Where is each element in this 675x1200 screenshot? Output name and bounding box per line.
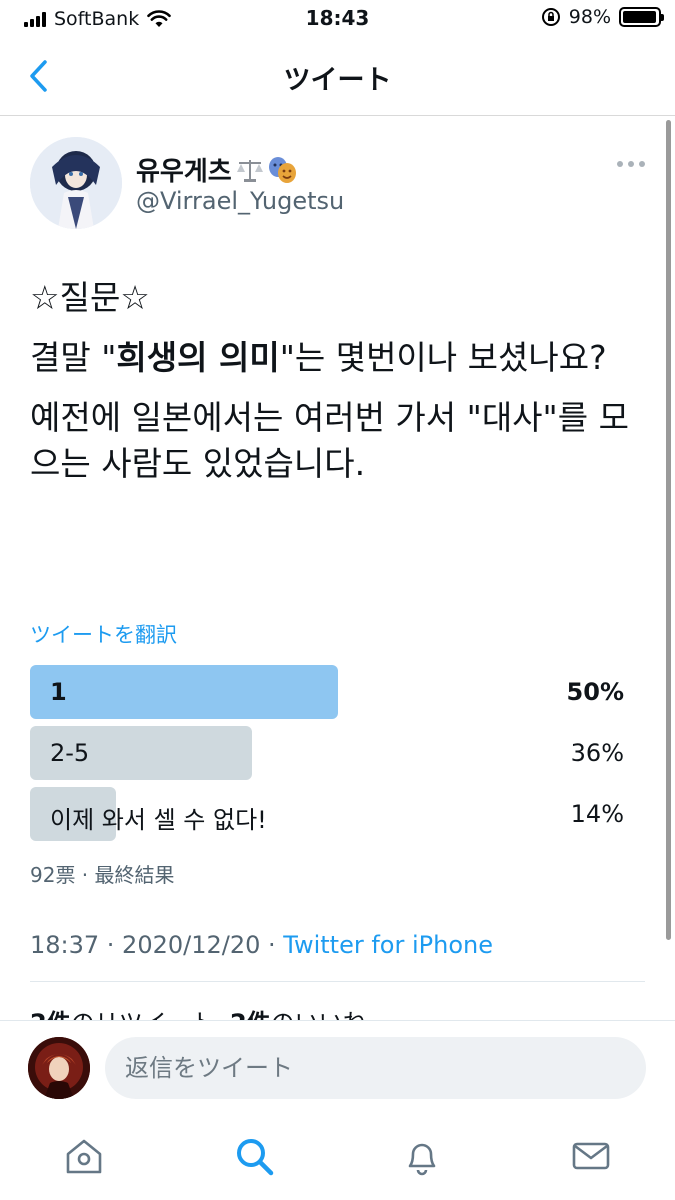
- more-dot-icon: [639, 161, 645, 167]
- search-icon: [237, 1139, 274, 1176]
- poll: 1 50% 2-5 36% 이제 와서 셀 수 없다! 14%: [30, 665, 628, 848]
- poll-option[interactable]: 이제 와서 셀 수 없다! 14%: [30, 787, 628, 841]
- tab-notifications[interactable]: [398, 1132, 446, 1180]
- poll-option[interactable]: 1 50%: [30, 665, 628, 719]
- poll-option-label: 1: [50, 678, 67, 706]
- tweet-line-3: 예전에 일본에서는 여러번 가서 "대사"를 모으는 사람도 있었습니다.: [30, 398, 629, 483]
- avatar-illustration: [30, 137, 122, 229]
- tweet-text: ☆질문☆ 결말 "희생의 의미"는 몇번이나 보셨나요? 예전에 일본에서는 여…: [30, 275, 650, 501]
- orientation-lock-icon: [541, 8, 560, 26]
- user-avatar-illustration: [28, 1037, 90, 1099]
- scales-emoji: [236, 159, 263, 182]
- performing-arts-emoji: [268, 156, 296, 183]
- tweet-line-2-bold: 희생의 의미: [116, 338, 280, 377]
- page-title: ツイート: [283, 65, 392, 96]
- translate-tweet-link[interactable]: ツイートを翻訳: [30, 619, 177, 649]
- battery-group: 98%: [541, 6, 664, 28]
- more-options-button[interactable]: [617, 161, 645, 167]
- tweet-meta: 18:37 · 2020/12/20 · Twitter for iPhone: [30, 931, 493, 959]
- user-avatar[interactable]: [28, 1037, 90, 1099]
- tab-messages[interactable]: [567, 1132, 615, 1180]
- tab-home[interactable]: [60, 1132, 108, 1180]
- author-name-text: 유우게츠: [136, 157, 232, 187]
- poll-summary: 92票 · 最終結果: [30, 863, 175, 887]
- poll-option-label: 이제 와서 셀 수 없다!: [50, 806, 267, 834]
- tweet-line-1: ☆질문☆: [30, 278, 150, 317]
- author-avatar[interactable]: [30, 137, 122, 229]
- battery-icon: [619, 7, 664, 27]
- author-handle[interactable]: @Virrael_Yugetsu: [136, 187, 344, 215]
- author-emojis: [236, 156, 298, 184]
- poll-option[interactable]: 2-5 36%: [30, 726, 628, 780]
- battery-percent: 98%: [568, 6, 611, 28]
- notifications-icon: [408, 1143, 436, 1176]
- tweet-line-2-prefix: 결말 ": [30, 338, 117, 377]
- status-bar: SoftBank 18:43 98%: [0, 0, 675, 36]
- home-icon: [66, 1139, 102, 1174]
- tweet-timestamp: 18:37 · 2020/12/20 ·: [30, 931, 284, 959]
- divider: [30, 981, 645, 982]
- scrollbar[interactable]: [666, 120, 671, 940]
- poll-option-label: 2-5: [50, 739, 90, 767]
- tweet-line-2: 결말 "희생의 의미"는 몇번이나 보셨나요?: [30, 335, 650, 381]
- poll-option-percent: 36%: [570, 739, 624, 767]
- poll-option-percent: 14%: [570, 800, 624, 828]
- poll-option-percent: 50%: [566, 678, 624, 706]
- reply-input[interactable]: 返信をツイート: [105, 1037, 646, 1099]
- messages-icon: [572, 1142, 610, 1170]
- tweet-source-link[interactable]: Twitter for iPhone: [283, 931, 493, 959]
- reply-bar: 返信をツイート: [0, 1020, 675, 1112]
- more-dot-icon: [628, 161, 634, 167]
- author-name[interactable]: 유우게츠: [136, 151, 298, 188]
- tab-search[interactable]: [230, 1132, 278, 1180]
- navigation-bar: ツイート: [0, 36, 675, 116]
- tweet-line-2-suffix: "는 몇번이나 보셨나요?: [279, 338, 607, 377]
- poll-option-bar: [30, 665, 338, 719]
- tab-bar: [0, 1112, 675, 1200]
- battery-level: [623, 11, 657, 23]
- more-dot-icon: [617, 161, 623, 167]
